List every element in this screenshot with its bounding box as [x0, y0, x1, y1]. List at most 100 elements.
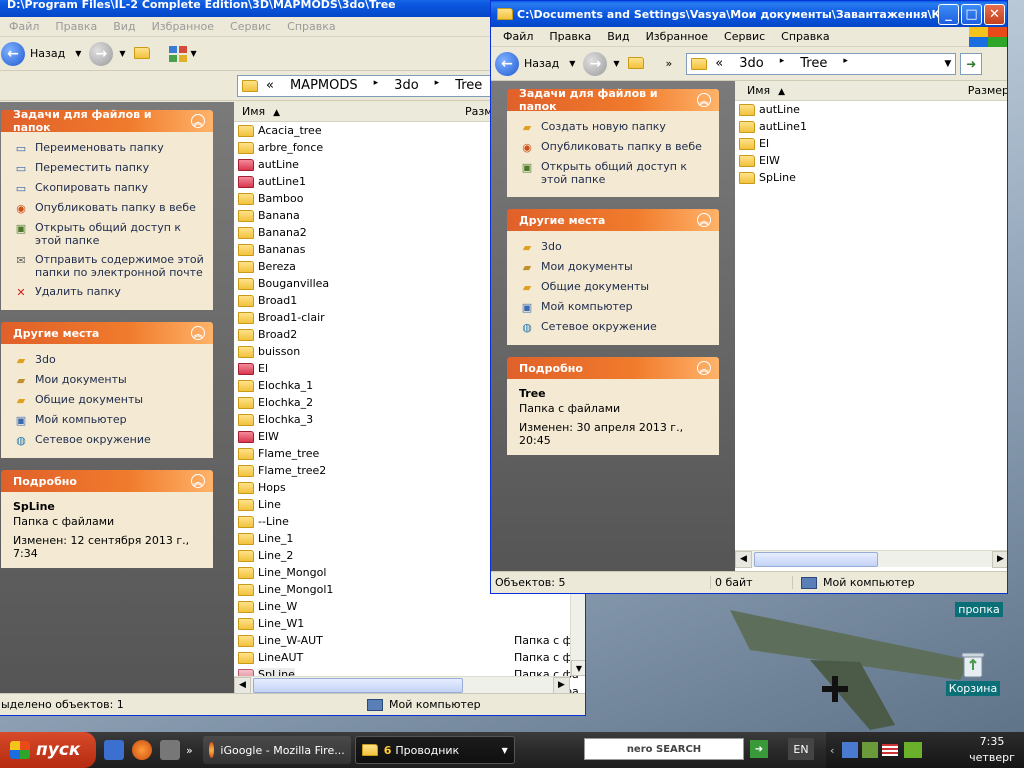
- places-panel-header[interactable]: Другие места ︽: [1, 322, 213, 344]
- scroll-left-arrow-icon[interactable]: ◀: [234, 676, 251, 694]
- go-button[interactable]: ➜: [960, 52, 983, 75]
- horizontal-scrollbar[interactable]: ◀ ▶: [234, 676, 570, 694]
- task-link[interactable]: ▭ Переместить папку: [13, 158, 207, 178]
- column-header-name[interactable]: Имя ▲: [234, 105, 409, 118]
- forward-dropdown-icon[interactable]: ▼: [119, 49, 125, 58]
- file-row[interactable]: autLine: [735, 101, 1007, 118]
- flag-tray-icon[interactable]: [882, 744, 899, 756]
- task-link[interactable]: ▰ Создать новую папку: [519, 117, 713, 137]
- file-list[interactable]: Имя ▲ Размер autLine autLine1 El ElW SpLine ◀…: [735, 81, 1007, 573]
- menu-item-5[interactable]: Справка: [773, 30, 837, 43]
- collapse-chevron-icon[interactable]: ︽: [191, 474, 205, 488]
- file-row[interactable]: autLine1: [735, 118, 1007, 135]
- file-row[interactable]: LineAUT Папка с фа: [234, 649, 585, 666]
- forward-dropdown-icon[interactable]: ▼: [613, 59, 619, 68]
- menu-item-1[interactable]: Правка: [47, 20, 105, 33]
- tasks-panel-header[interactable]: Задачи для файлов и папок ︽: [507, 87, 719, 113]
- language-indicator[interactable]: EN: [788, 738, 814, 760]
- file-row[interactable]: ElW: [735, 152, 1007, 169]
- menu-item-0[interactable]: Файл: [1, 20, 47, 33]
- back-button[interactable]: ← Назад ▼: [1, 41, 81, 66]
- minimize-button[interactable]: _: [938, 3, 959, 25]
- task-link[interactable]: ◉ Опубликовать папку в вебе: [519, 137, 713, 157]
- task-link[interactable]: ▭ Переименовать папку: [13, 138, 207, 158]
- breadcrumb-item[interactable]: «: [715, 56, 723, 71]
- file-row[interactable]: Line_W-AUT Папка с фа: [234, 632, 585, 649]
- address-input[interactable]: « 3do ▸ Tree ▸ ▼: [686, 52, 957, 75]
- back-dropdown-icon[interactable]: ▼: [75, 49, 81, 58]
- scroll-right-arrow-icon[interactable]: ▶: [553, 676, 570, 694]
- tasks-panel-header[interactable]: Задачи для файлов и папок ︽: [1, 108, 213, 134]
- collapse-chevron-icon[interactable]: ︽: [191, 114, 205, 128]
- scroll-right-arrow-icon[interactable]: ▶: [992, 550, 1007, 568]
- menu-item-4[interactable]: Сервис: [716, 30, 773, 43]
- task-link[interactable]: ◉ Опубликовать папку в вебе: [13, 198, 207, 218]
- folders-up-icon[interactable]: [627, 53, 652, 75]
- breadcrumb-item[interactable]: MAPMODS: [290, 78, 358, 93]
- show-desktop-icon[interactable]: [104, 740, 124, 760]
- menu-item-5[interactable]: Справка: [279, 20, 343, 33]
- file-row[interactable]: SpLine: [735, 169, 1007, 186]
- toolbar-more-icon[interactable]: »: [666, 57, 673, 70]
- movie-maker-icon[interactable]: [160, 740, 180, 760]
- network-tray-icon[interactable]: [842, 742, 859, 758]
- place-link[interactable]: ▰ 3do: [519, 237, 713, 257]
- media-player-icon[interactable]: [132, 740, 152, 760]
- scroll-left-arrow-icon[interactable]: ◀: [735, 550, 752, 568]
- task-link[interactable]: ▣ Открыть общий доступ к этой папке: [519, 157, 713, 189]
- place-link[interactable]: ▰ 3do: [13, 350, 207, 370]
- places-panel-header[interactable]: Другие места ︽: [507, 209, 719, 231]
- collapse-chevron-icon[interactable]: ︽: [697, 361, 711, 375]
- scroll-down-arrow-icon[interactable]: ▼: [571, 660, 585, 676]
- scroll-thumb[interactable]: [754, 552, 878, 567]
- explorer-window-right[interactable]: C:\Documents and Settings\Vasya\Мои доку…: [490, 0, 1008, 594]
- forward-button[interactable]: → ▼: [89, 41, 126, 66]
- task-link[interactable]: ✕ Удалить папку: [13, 282, 207, 302]
- forward-button[interactable]: → ▼: [583, 51, 620, 76]
- breadcrumb-chevron-icon[interactable]: ▸: [780, 56, 785, 71]
- place-link[interactable]: ◍ Сетевое окружение: [13, 430, 207, 450]
- column-header-size[interactable]: Размер: [914, 84, 1007, 97]
- menu-item-2[interactable]: Вид: [599, 30, 637, 43]
- folders-up-icon[interactable]: [133, 43, 158, 65]
- breadcrumb-item[interactable]: 3do: [394, 78, 418, 93]
- column-header-size[interactable]: Разм: [409, 105, 493, 118]
- place-link[interactable]: ▰ Общие документы: [13, 390, 207, 410]
- scroll-thumb[interactable]: [253, 678, 463, 693]
- details-panel-header[interactable]: Подробно ︽: [507, 357, 719, 379]
- place-link[interactable]: ▣ Мой компьютер: [519, 297, 713, 317]
- breadcrumb-chevron-icon[interactable]: ▸: [435, 78, 440, 93]
- maximize-button[interactable]: □: [961, 3, 982, 25]
- task-link[interactable]: ▣ Открыть общий доступ к этой папке: [13, 218, 207, 250]
- file-row[interactable]: Line_W1: [234, 615, 585, 632]
- breadcrumb-item[interactable]: Tree: [800, 56, 827, 71]
- nero-search-go-icon[interactable]: ➜: [750, 740, 768, 758]
- place-link[interactable]: ◍ Сетевое окружение: [519, 317, 713, 337]
- place-link[interactable]: ▰ Мои документы: [519, 257, 713, 277]
- menu-item-4[interactable]: Сервис: [222, 20, 279, 33]
- breadcrumb-chevron-icon[interactable]: ▸: [843, 56, 848, 71]
- collapse-chevron-icon[interactable]: ︽: [697, 213, 711, 227]
- place-link[interactable]: ▰ Общие документы: [519, 277, 713, 297]
- tray-expand-icon[interactable]: ‹: [830, 744, 834, 757]
- window-titlebar[interactable]: C:\Documents and Settings\Vasya\Мои доку…: [491, 1, 1007, 27]
- menu-item-0[interactable]: Файл: [495, 30, 541, 43]
- horizontal-scrollbar[interactable]: ◀ ▶: [735, 550, 1007, 568]
- place-link[interactable]: ▰ Мои документы: [13, 370, 207, 390]
- breadcrumb-item[interactable]: «: [266, 78, 274, 93]
- task-link[interactable]: ▭ Скопировать папку: [13, 178, 207, 198]
- file-row[interactable]: El: [735, 135, 1007, 152]
- breadcrumb-chevron-icon[interactable]: ▸: [374, 78, 379, 93]
- task-link[interactable]: ✉ Отправить содержимое этой папки по элек…: [13, 250, 207, 282]
- quicklaunch-more-icon[interactable]: »: [186, 744, 193, 757]
- taskbar-item-explorer[interactable]: 6 Проводник ▼: [354, 736, 515, 764]
- back-button[interactable]: ← Назад ▼: [495, 51, 575, 76]
- address-dropdown-icon[interactable]: ▼: [944, 59, 951, 69]
- views-button[interactable]: ▼: [168, 45, 197, 63]
- collapse-chevron-icon[interactable]: ︽: [697, 93, 711, 107]
- breadcrumb-item[interactable]: Tree: [455, 78, 482, 93]
- menu-item-3[interactable]: Избранное: [144, 20, 222, 33]
- details-panel-header[interactable]: Подробно ︽: [1, 470, 213, 492]
- file-row[interactable]: Line_W: [234, 598, 585, 615]
- menu-item-1[interactable]: Правка: [541, 30, 599, 43]
